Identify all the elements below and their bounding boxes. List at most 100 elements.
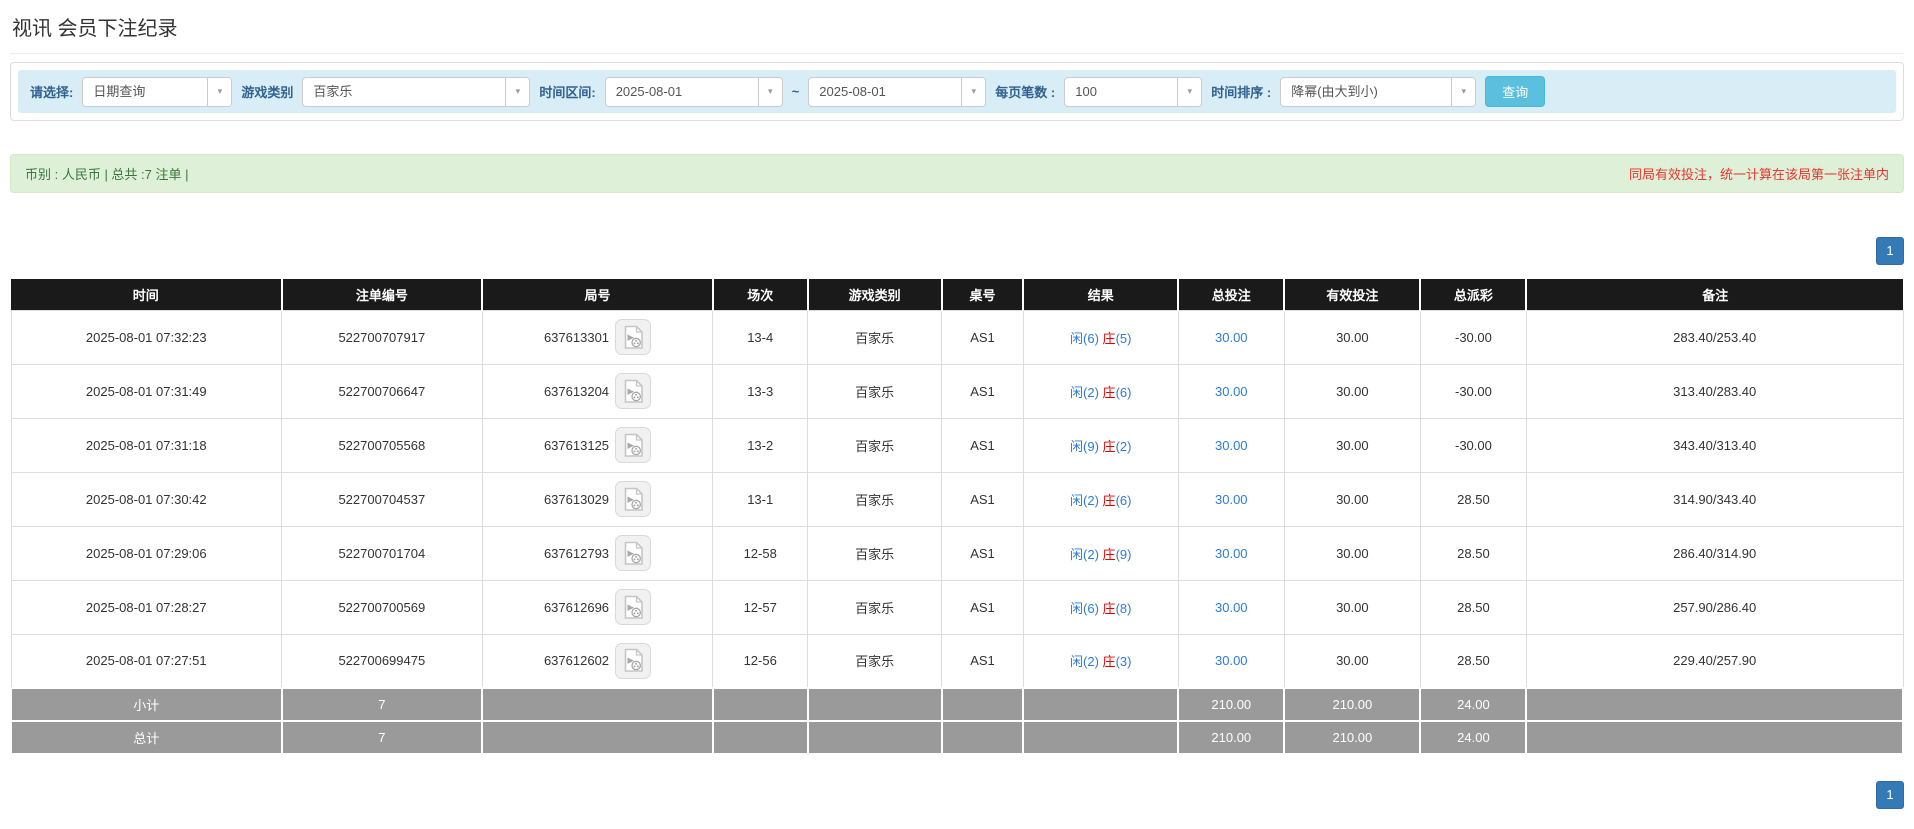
game-type-select[interactable]: 百家乐 ▾ xyxy=(302,76,531,107)
cell-session: 12-56 xyxy=(712,633,808,689)
video-replay-button[interactable] xyxy=(615,589,652,625)
table-row: 2025-08-01 07:29:06 522700701704 6376127… xyxy=(10,525,1904,581)
header-game-type: 游戏类别 xyxy=(807,279,943,311)
result-banker: 庄 xyxy=(1102,438,1116,454)
cell-note: 313.40/283.40 xyxy=(1525,363,1904,419)
cell-valid-bet: 30.00 xyxy=(1283,309,1421,365)
video-replay-button[interactable] xyxy=(615,427,652,463)
cell-note: 343.40/313.40 xyxy=(1525,417,1904,473)
cell-table-no: AS1 xyxy=(941,309,1024,365)
cell-time: 2025-08-01 07:28:27 xyxy=(10,579,283,635)
cell-bet-id: 522700704537 xyxy=(281,471,483,527)
subtotal-payout: 24.00 xyxy=(1419,687,1528,722)
video-replay-button[interactable] xyxy=(615,535,652,571)
table-row: 2025-08-01 07:31:18 522700705568 6376131… xyxy=(10,417,1904,473)
video-replay-button[interactable] xyxy=(615,642,652,679)
chevron-down-icon: ▾ xyxy=(757,77,782,106)
result-banker-score: (9) xyxy=(1115,546,1132,562)
cell-total-bet[interactable]: 30.00 xyxy=(1177,633,1285,689)
round-id: 637612602 xyxy=(543,653,610,669)
cell-total-bet[interactable]: 30.00 xyxy=(1177,471,1285,527)
result-player: 闲 xyxy=(1070,384,1084,400)
video-file-icon xyxy=(623,379,644,404)
result-player-score: (6) xyxy=(1083,600,1099,616)
video-file-icon xyxy=(623,325,644,350)
cell-total-bet[interactable]: 30.00 xyxy=(1177,525,1285,581)
cell-time: 2025-08-01 07:32:23 xyxy=(10,309,283,365)
pagination-bottom: 1 xyxy=(10,781,1904,809)
video-file-icon xyxy=(623,487,644,512)
header-total-bet: 总投注 xyxy=(1178,279,1286,311)
cell-table-no: AS1 xyxy=(941,525,1024,581)
filter-bar: 请选择: 日期查询 ▾ 游戏类别 百家乐 ▾ 时间区间: 2025-08-01 … xyxy=(18,70,1896,113)
subtotal-label: 小计 xyxy=(10,687,283,722)
date-to-value: 2025-08-01 xyxy=(819,83,886,99)
cell-session: 12-57 xyxy=(712,579,808,635)
query-type-label: 请选择: xyxy=(30,85,74,100)
table-header-row: 时间 注单编号 局号 场次 游戏类别 桌号 结果 总投注 有效投注 总派彩 备注 xyxy=(11,279,1903,311)
chevron-down-icon: ▾ xyxy=(505,77,530,106)
header-table-no: 桌号 xyxy=(941,279,1025,311)
cell-game-type: 百家乐 xyxy=(806,471,943,527)
cell-valid-bet: 30.00 xyxy=(1283,417,1421,473)
cell-total-bet[interactable]: 30.00 xyxy=(1177,309,1285,365)
cell-session: 13-4 xyxy=(712,309,808,365)
search-button[interactable]: 查询 xyxy=(1485,76,1546,107)
cell-valid-bet: 30.00 xyxy=(1283,633,1421,689)
result-player: 闲 xyxy=(1070,546,1084,562)
video-replay-button[interactable] xyxy=(615,319,652,355)
cell-note: 229.40/257.90 xyxy=(1525,633,1904,689)
round-id: 637612696 xyxy=(543,599,610,615)
cell-total-bet[interactable]: 30.00 xyxy=(1177,363,1285,419)
cell-table-no: AS1 xyxy=(941,633,1024,689)
date-from-value: 2025-08-01 xyxy=(615,83,683,99)
date-from-select[interactable]: 2025-08-01 ▾ xyxy=(604,76,783,107)
result-banker: 庄 xyxy=(1102,330,1116,346)
cell-result: 闲(9) 庄(2) xyxy=(1022,417,1179,473)
cell-time: 2025-08-01 07:31:49 xyxy=(10,363,283,419)
round-id: 637613125 xyxy=(543,437,610,453)
cell-valid-bet: 30.00 xyxy=(1283,579,1421,635)
cell-note: 283.40/253.40 xyxy=(1525,309,1904,365)
time-sort-select[interactable]: 降幂(由大到小) ▾ xyxy=(1280,76,1477,107)
cell-session: 13-2 xyxy=(712,417,808,473)
cell-session: 13-1 xyxy=(712,471,808,527)
video-replay-button[interactable] xyxy=(615,373,652,409)
round-id: 637613029 xyxy=(543,491,610,507)
cell-time: 2025-08-01 07:27:51 xyxy=(10,633,283,689)
table-row: 2025-08-01 07:32:23 522700707917 6376133… xyxy=(10,309,1904,365)
cell-table-no: AS1 xyxy=(941,417,1024,473)
result-player-score: (2) xyxy=(1083,654,1099,670)
total-total-bet: 210.00 xyxy=(1177,720,1286,755)
cell-result: 闲(2) 庄(6) xyxy=(1022,363,1179,419)
cell-result: 闲(6) 庄(5) xyxy=(1022,309,1179,365)
query-type-select[interactable]: 日期查询 ▾ xyxy=(82,76,233,107)
result-player-score: (9) xyxy=(1083,438,1099,454)
round-id: 637613301 xyxy=(543,329,610,345)
date-to-select[interactable]: 2025-08-01 ▾ xyxy=(808,76,987,107)
cell-result: 闲(2) 庄(9) xyxy=(1022,525,1179,581)
cell-result: 闲(2) 庄(6) xyxy=(1022,471,1179,527)
cell-payout: -30.00 xyxy=(1419,363,1527,419)
result-banker-score: (3) xyxy=(1115,654,1132,670)
result-player-score: (2) xyxy=(1083,384,1099,400)
cell-game-type: 百家乐 xyxy=(806,363,943,419)
cell-total-bet[interactable]: 30.00 xyxy=(1177,417,1285,473)
cell-round-id: 637613204 xyxy=(481,363,714,419)
subtotal-total-bet: 210.00 xyxy=(1177,687,1286,722)
video-replay-button[interactable] xyxy=(615,481,652,517)
total-row: 总计 7 210.00 210.00 24.00 xyxy=(10,720,1904,755)
time-range-label: 时间区间: xyxy=(539,85,596,100)
cell-bet-id: 522700706647 xyxy=(281,363,483,419)
cell-round-id: 637613125 xyxy=(481,417,714,473)
video-file-icon xyxy=(623,433,644,458)
bet-records-table: 时间 注单编号 局号 场次 游戏类别 桌号 结果 总投注 有效投注 总派彩 备注… xyxy=(10,279,1904,755)
page-1-button[interactable]: 1 xyxy=(1876,237,1904,265)
per-page-value: 100 xyxy=(1075,83,1097,99)
cell-total-bet[interactable]: 30.00 xyxy=(1177,579,1285,635)
game-type-label: 游戏类别 xyxy=(241,85,294,100)
per-page-select[interactable]: 100 ▾ xyxy=(1064,76,1203,107)
page-1-button[interactable]: 1 xyxy=(1876,781,1904,809)
cell-time: 2025-08-01 07:31:18 xyxy=(10,417,283,473)
cell-note: 314.90/343.40 xyxy=(1525,471,1904,527)
